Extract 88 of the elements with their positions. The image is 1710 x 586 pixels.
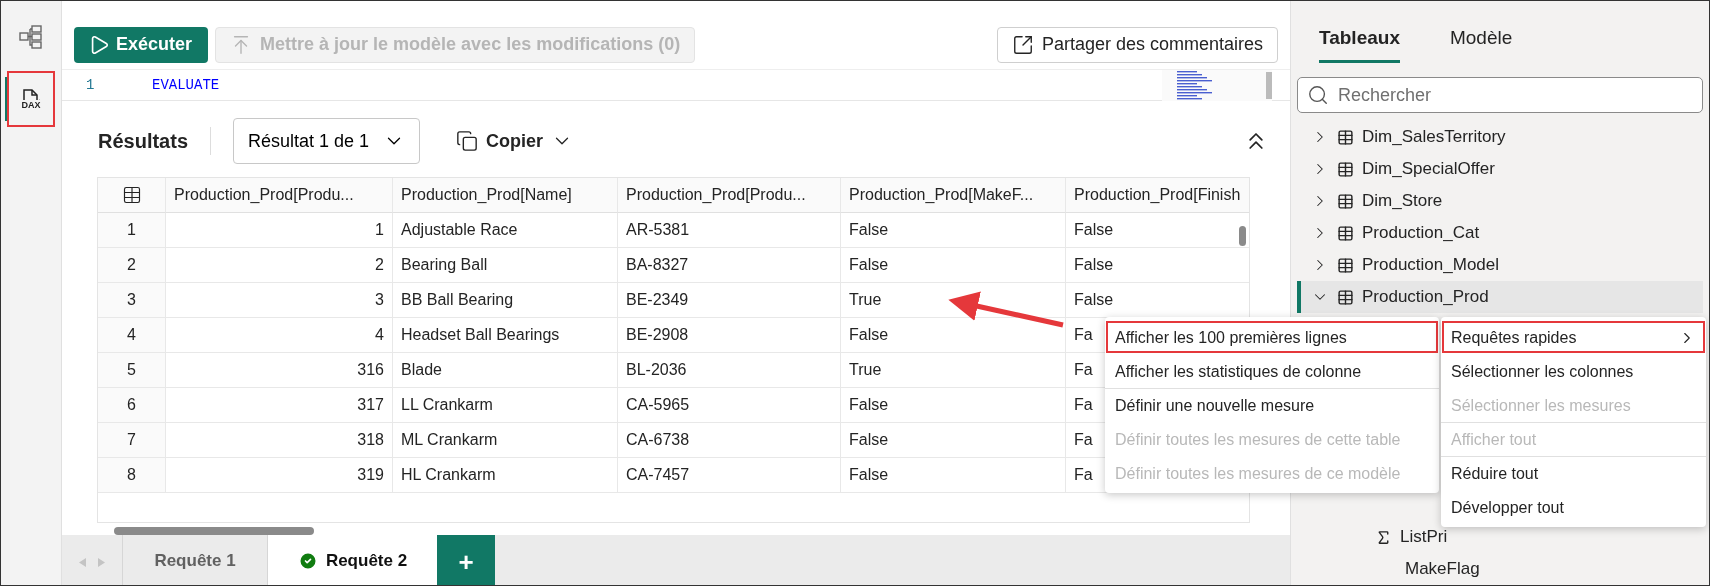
share-feedback-button[interactable]: Partager des commentaires xyxy=(996,26,1278,63)
column-header[interactable]: Production_Prod[Name] xyxy=(393,178,618,213)
run-button[interactable]: Exécuter xyxy=(74,26,209,63)
table-cell: False xyxy=(841,423,1066,458)
table-cell: BA-8327 xyxy=(618,248,841,283)
table-cell: ML Crankarm xyxy=(393,423,618,458)
table-cell: Blade xyxy=(393,353,618,388)
table-cell: 319 xyxy=(166,458,393,493)
column-header[interactable]: Production_Prod[Finish xyxy=(1066,178,1249,213)
table-icon xyxy=(1337,224,1354,242)
table-cell: False xyxy=(841,318,1066,353)
tree-item[interactable]: Production_Model xyxy=(1297,249,1703,281)
query-tab[interactable]: Requête 2 xyxy=(267,535,437,585)
dax-query-button[interactable]: DAX xyxy=(9,73,53,125)
tree-item[interactable]: Dim_Store xyxy=(1297,185,1703,217)
table-cell: CA-7457 xyxy=(618,458,841,493)
table-icon xyxy=(1337,288,1354,306)
table-icon xyxy=(1337,192,1354,210)
row-number: 5 xyxy=(98,353,166,388)
table-cell: Headset Ball Bearings xyxy=(393,318,618,353)
row-number: 1 xyxy=(98,213,166,248)
table-cell: LL Crankarm xyxy=(393,388,618,423)
table-cell: BE-2908 xyxy=(618,318,841,353)
table-cell: HL Crankarm xyxy=(393,458,618,493)
table-icon xyxy=(1337,256,1354,274)
table-cell: True xyxy=(841,283,1066,318)
tree-item[interactable]: Dim_SalesTerritory xyxy=(1297,121,1703,153)
table-cell: Bearing Ball xyxy=(393,248,618,283)
table-icon xyxy=(121,185,142,205)
table-cell: BL-2036 xyxy=(618,353,841,388)
table-icon xyxy=(1337,128,1354,146)
table-cell: 4 xyxy=(166,318,393,353)
copy-icon xyxy=(456,130,479,152)
table-cell: False xyxy=(841,213,1066,248)
table-cell: False xyxy=(1066,248,1249,283)
panel-tab[interactable]: Tableaux xyxy=(1319,23,1400,63)
table-cell: CA-6738 xyxy=(618,423,841,458)
search-field[interactable]: Rechercher xyxy=(1297,77,1703,113)
row-number: 7 xyxy=(98,423,166,458)
menu-item[interactable]: Sélectionner les colonnes xyxy=(1441,354,1706,388)
results-title: Résultats xyxy=(98,129,189,153)
table-cell: 2 xyxy=(166,248,393,283)
vertical-scrollbar[interactable] xyxy=(1239,226,1246,246)
table-cell: 3 xyxy=(166,283,393,318)
menu-item[interactable]: Développer tout xyxy=(1441,490,1706,524)
menu-item[interactable]: Réduire tout xyxy=(1441,456,1706,490)
tree-item[interactable]: Dim_SpecialOffer xyxy=(1297,153,1703,185)
table-cell: False xyxy=(841,248,1066,283)
tree-item[interactable]: ListPri xyxy=(1297,521,1703,553)
row-number: 4 xyxy=(98,318,166,353)
tree-item[interactable]: MakeFlag xyxy=(1297,553,1703,585)
table-cell: 317 xyxy=(166,388,393,423)
table-cell: BB Ball Bearing xyxy=(393,283,618,318)
tree-item[interactable]: Production_Prod xyxy=(1297,281,1703,313)
table-cell: CA-5965 xyxy=(618,388,841,423)
table-cell: BE-2349 xyxy=(618,283,841,318)
menu-item[interactable]: Définir une nouvelle mesure xyxy=(1105,388,1439,422)
copy-button[interactable]: Copier xyxy=(450,129,580,153)
table-cell: 318 xyxy=(166,423,393,458)
table-cell: False xyxy=(841,458,1066,493)
right-arrow-icon[interactable] xyxy=(98,557,105,567)
table-cell: True xyxy=(841,353,1066,388)
table-cell: 316 xyxy=(166,353,393,388)
code-line: EVALUATE xyxy=(152,77,220,93)
column-header[interactable]: Production_Prod[Produ... xyxy=(166,178,393,213)
external-link-icon xyxy=(1011,33,1034,56)
table-cell: AR-5381 xyxy=(618,213,841,248)
menu-item[interactable]: Requêtes rapides xyxy=(1441,320,1706,354)
tree-item[interactable]: Production_Cat xyxy=(1297,217,1703,249)
table-icon xyxy=(1337,160,1354,178)
row-number: 2 xyxy=(98,248,166,283)
panel-tab[interactable]: Modèle xyxy=(1449,23,1513,63)
column-header[interactable]: Production_Prod[MakeF... xyxy=(841,178,1066,213)
table-cell: 1 xyxy=(166,213,393,248)
check-icon xyxy=(297,550,318,571)
row-number: 8 xyxy=(98,458,166,493)
table-cell: False xyxy=(841,388,1066,423)
result-select[interactable]: Résultat 1 de 1 xyxy=(233,118,421,164)
search-icon xyxy=(1307,84,1329,106)
diagram-icon xyxy=(18,24,44,50)
horizontal-scrollbar[interactable] xyxy=(114,527,314,535)
add-tab-button[interactable]: + xyxy=(437,535,495,585)
left-arrow-icon[interactable] xyxy=(79,557,86,567)
column-header[interactable]: Production_Prod[Produ... xyxy=(618,178,841,213)
row-number: 6 xyxy=(98,388,166,423)
table-cell: Adjustable Race xyxy=(393,213,618,248)
row-number: 3 xyxy=(98,283,166,318)
line-number: 1 xyxy=(85,77,96,93)
